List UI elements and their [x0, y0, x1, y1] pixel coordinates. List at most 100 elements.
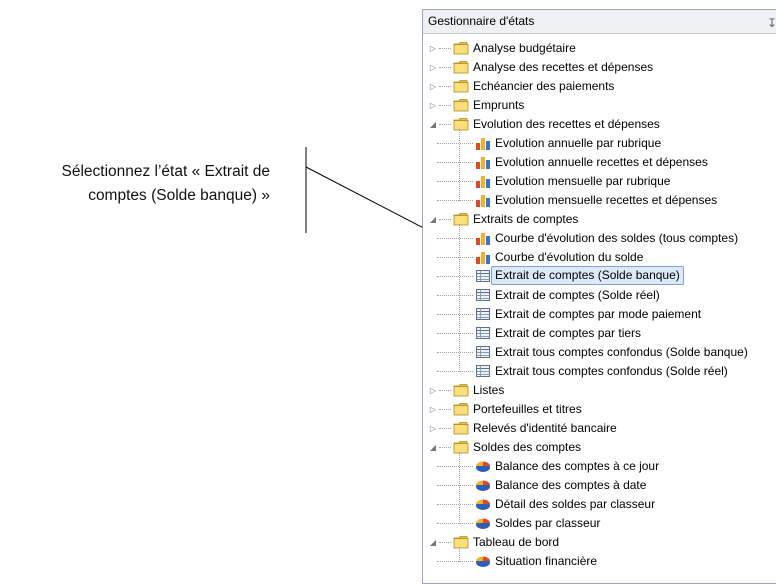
tree-item-label: Emprunts [473, 98, 525, 112]
collapse-arrow-icon[interactable]: ◢ [428, 115, 438, 134]
tree-connector [437, 504, 473, 505]
tree-item-label: Evolution annuelle par rubrique [495, 136, 662, 150]
tree-connector [437, 314, 473, 315]
tree-item[interactable]: ◢ Extraits de comptes [423, 210, 776, 229]
tree-item-label: Portefeuilles et titres [473, 402, 582, 416]
tree-connector [437, 485, 473, 486]
tree-item-label: Balance des comptes à date [495, 478, 647, 492]
folder-icon [453, 383, 469, 397]
tree-connector [437, 181, 473, 182]
tree-item[interactable]: Extrait de comptes par mode paiement [437, 305, 776, 324]
tree-connector [439, 542, 451, 543]
expand-arrow-icon[interactable]: ▷ [428, 419, 438, 438]
tree-connector [437, 238, 473, 239]
folder-icon [453, 60, 469, 74]
tree-item[interactable]: ▷ Portefeuilles et titres [423, 400, 776, 419]
tree-item-label: Courbe d'évolution du solde [495, 250, 644, 264]
tree-item[interactable]: ▷ Emprunts [423, 96, 776, 115]
tree-connector [437, 143, 473, 144]
tree-connector [439, 428, 451, 429]
pie-chart-icon [475, 478, 491, 492]
tree-connector [437, 561, 473, 562]
table-icon [475, 364, 491, 378]
tree-item[interactable]: Extrait tous comptes confondus (Solde ré… [437, 362, 776, 381]
tree-connector [437, 371, 473, 372]
tree-connector [437, 466, 473, 467]
tree-item-label: Balance des comptes à ce jour [495, 459, 660, 473]
folder-icon [453, 440, 469, 454]
collapse-arrow-icon[interactable]: ◢ [428, 533, 438, 552]
tree-item-label: Echéancier des paiements [473, 79, 615, 93]
tree-connector [437, 523, 473, 524]
expand-arrow-icon[interactable]: ▷ [428, 96, 438, 115]
table-icon [475, 345, 491, 359]
tree-item[interactable]: Evolution annuelle par rubrique [437, 134, 776, 153]
tree-item[interactable]: ▷ Listes [423, 381, 776, 400]
tree-connector [437, 295, 473, 296]
pie-chart-icon [475, 554, 491, 568]
tree-item[interactable]: Balance des comptes à date [437, 476, 776, 495]
tree-item[interactable]: Situation financière [437, 552, 776, 571]
tree-item[interactable]: Evolution mensuelle par rubrique [437, 172, 776, 191]
expand-arrow-icon[interactable]: ▷ [428, 58, 438, 77]
tree-item-label: Evolution mensuelle recettes et dépenses [495, 193, 718, 207]
tree-item[interactable]: Extrait de comptes (Solde banque) [437, 266, 776, 286]
tree-item[interactable]: ▷ Analyse budgétaire [423, 39, 776, 58]
tree-item[interactable]: Détail des soldes par classeur [437, 495, 776, 514]
tree-item[interactable]: Extrait tous comptes confondus (Solde ba… [437, 343, 776, 362]
tree-item[interactable]: Extrait de comptes par tiers [437, 324, 776, 343]
tree-item-label: Extrait de comptes (Solde banque) [491, 266, 684, 285]
tree-item-label: Extrait de comptes par mode paiement [495, 307, 702, 321]
tree-item-label: Détail des soldes par classeur [495, 497, 656, 511]
tree-item-label: Tableau de bord [473, 535, 560, 549]
expand-arrow-icon[interactable]: ▷ [428, 39, 438, 58]
panel-header: Gestionnaire d'états ↧ [423, 10, 776, 34]
tree-vertical-connector [459, 547, 460, 562]
bar-chart-icon [475, 155, 491, 169]
tree-item[interactable]: Courbe d'évolution des soldes (tous comp… [437, 229, 776, 248]
tree-connector [437, 257, 473, 258]
tree-item[interactable]: ◢ Evolution des recettes et dépenses [423, 115, 776, 134]
folder-icon [453, 535, 469, 549]
folder-icon [453, 117, 469, 131]
collapse-arrow-icon[interactable]: ◢ [428, 438, 438, 457]
tree-item[interactable]: Evolution mensuelle recettes et dépenses [437, 191, 776, 210]
tree-item[interactable]: Evolution annuelle recettes et dépenses [437, 153, 776, 172]
tree-connector [439, 86, 451, 87]
tree-item[interactable]: ◢ Soldes des comptes [423, 438, 776, 457]
tree-item[interactable]: Soldes par classeur [437, 514, 776, 533]
bar-chart-icon [475, 174, 491, 188]
tree-connector [439, 390, 451, 391]
tree-item-label: Extrait tous comptes confondus (Solde ré… [495, 364, 728, 378]
pie-chart-icon [475, 459, 491, 473]
tree-connector [437, 200, 473, 201]
tree-item[interactable]: ◢ Tableau de bord [423, 533, 776, 552]
tree-item[interactable]: Balance des comptes à ce jour [437, 457, 776, 476]
folder-icon [453, 79, 469, 93]
tree-item[interactable]: ▷ Relevés d'identité bancaire [423, 419, 776, 438]
tree-item-label: Soldes par classeur [495, 516, 601, 530]
folder-icon [453, 421, 469, 435]
expand-arrow-icon[interactable]: ▷ [428, 381, 438, 400]
tree-item-label: Evolution mensuelle par rubrique [495, 174, 671, 188]
tree-item[interactable]: Courbe d'évolution du solde [437, 248, 776, 267]
tree-item[interactable]: Extrait de comptes (Solde réel) [437, 286, 776, 305]
tree-connector [439, 447, 451, 448]
tree-item[interactable]: ▷ Analyse des recettes et dépenses [423, 58, 776, 77]
collapse-arrow-icon[interactable]: ◢ [428, 210, 438, 229]
folder-icon [453, 98, 469, 112]
pie-chart-icon [475, 516, 491, 530]
tree-item[interactable]: ▷ Echéancier des paiements [423, 77, 776, 96]
tree-vertical-connector [459, 224, 460, 372]
tree-connector [437, 333, 473, 334]
pin-icon[interactable]: ↧ [767, 12, 776, 35]
tree-item-label: Relevés d'identité bancaire [473, 421, 617, 435]
expand-arrow-icon[interactable]: ▷ [428, 77, 438, 96]
folder-icon [453, 402, 469, 416]
tree-connector [439, 105, 451, 106]
pie-chart-icon [475, 497, 491, 511]
tree-item-label: Analyse des recettes et dépenses [473, 60, 654, 74]
table-icon [475, 326, 491, 340]
expand-arrow-icon[interactable]: ▷ [428, 400, 438, 419]
tree-item-label: Extraits de comptes [473, 212, 579, 226]
